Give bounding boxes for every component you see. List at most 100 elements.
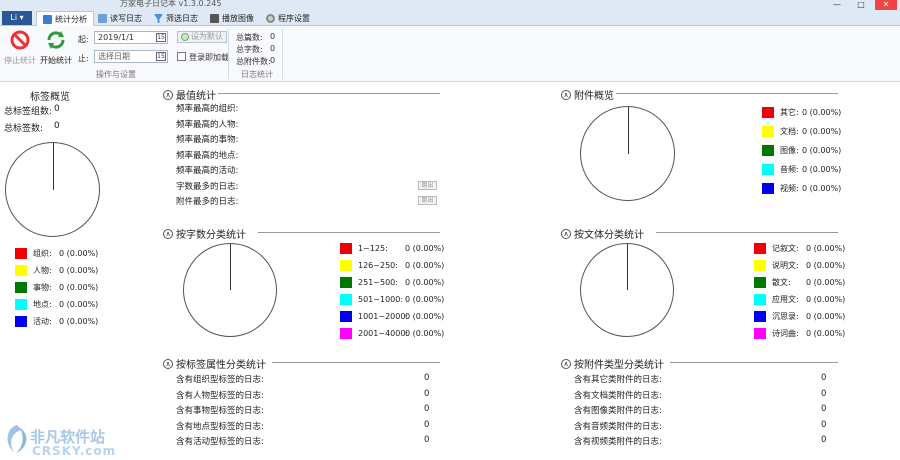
extreme-stat-label: 附件最多的日志: bbox=[176, 197, 239, 207]
close-button[interactable]: ✕ bbox=[875, 0, 897, 10]
legend-label: 人物: bbox=[33, 266, 52, 275]
legend-row: 人物: 0 (0.00%) bbox=[15, 265, 98, 276]
tab-label: 程序设置 bbox=[278, 14, 310, 23]
notebook-icon bbox=[98, 14, 107, 23]
legend-row: 应用文: 0 (0.00%) bbox=[754, 294, 845, 305]
stop-icon bbox=[10, 30, 30, 50]
legend-label: 视频: bbox=[780, 184, 799, 193]
section-divider bbox=[218, 93, 440, 94]
collapse-icon[interactable]: ∧ bbox=[163, 228, 173, 239]
filter-icon bbox=[154, 14, 163, 23]
window-title: 万家电子日记本 v1.3.0.245 bbox=[120, 0, 222, 8]
count-row-label: 含有图像类附件的日志: bbox=[574, 406, 662, 416]
extreme-stats-header[interactable]: ∧ 最值统计 bbox=[163, 87, 216, 102]
tab-settings[interactable]: 程序设置 bbox=[260, 11, 316, 26]
tab-filter[interactable]: 筛选日志 bbox=[148, 11, 204, 26]
collapse-icon[interactable]: ∧ bbox=[561, 358, 571, 369]
chart-icon bbox=[43, 14, 52, 24]
start-stats-label: 开始统计 bbox=[40, 56, 72, 65]
legend-value: 0 (0.00%) bbox=[59, 317, 99, 326]
stop-stats-button[interactable]: 停止统计 bbox=[1, 29, 39, 66]
word-count-header[interactable]: ∧ 按字数分类统计 bbox=[163, 226, 246, 241]
calendar-icon[interactable]: 15 bbox=[156, 52, 166, 61]
login-load-checkbox[interactable] bbox=[177, 52, 186, 61]
watermark-swirl-icon bbox=[7, 425, 27, 453]
file-menu-button[interactable]: Li ▾ bbox=[2, 11, 32, 25]
login-load-label: 登录即加载 bbox=[189, 53, 229, 62]
legend-swatch bbox=[754, 311, 766, 322]
total-words-value: 0 bbox=[270, 44, 276, 53]
from-date-field[interactable]: 2019/1/1 15 bbox=[94, 31, 168, 44]
count-row-label: 含有视频类附件的日志: bbox=[574, 437, 662, 447]
attachment-overview-header[interactable]: ∧ 附件概览 bbox=[561, 87, 614, 102]
section-divider bbox=[258, 232, 440, 233]
minimize-button[interactable]: — bbox=[826, 0, 848, 10]
legend-row: 图像: 0 (0.00%) bbox=[762, 145, 841, 156]
legend-row: 其它: 0 (0.00%) bbox=[762, 107, 841, 118]
legend-label: 应用文: bbox=[772, 295, 799, 304]
extreme-stat-label: 频率最高的地点: bbox=[176, 150, 239, 161]
calendar-icon[interactable]: 15 bbox=[156, 33, 166, 42]
count-row-value: 0 bbox=[424, 419, 430, 430]
tag-attr-title: 按标签属性分类统计 bbox=[176, 360, 266, 371]
watermark-logo: 非凡软件站 CRSKY.com bbox=[2, 420, 115, 460]
stop-stats-label: 停止统计 bbox=[4, 56, 36, 65]
to-date-field[interactable]: 选择日期 15 bbox=[94, 50, 168, 63]
section-divider bbox=[656, 232, 838, 233]
legend-value: 0 (0.00%) bbox=[405, 244, 445, 253]
tag-attr-header[interactable]: ∧ 按标签属性分类统计 bbox=[163, 356, 266, 371]
legend-value: 0 (0.00%) bbox=[802, 184, 842, 193]
legend-swatch bbox=[754, 328, 766, 339]
attach-type-header[interactable]: ∧ 按附件类型分类统计 bbox=[561, 356, 664, 371]
start-stats-button[interactable]: 开始统计 bbox=[37, 29, 75, 66]
legend-swatch bbox=[340, 328, 352, 339]
jump-button[interactable]: 跳出 bbox=[418, 196, 437, 205]
legend-swatch bbox=[15, 265, 27, 276]
legend-row: 视频: 0 (0.00%) bbox=[762, 183, 841, 194]
legend-swatch bbox=[340, 294, 352, 305]
collapse-icon[interactable]: ∧ bbox=[561, 228, 571, 239]
legend-row: 诗词曲: 0 (0.00%) bbox=[754, 328, 845, 339]
genre-pie-chart bbox=[580, 243, 674, 337]
legend-row: 1~125: 0 (0.00%) bbox=[340, 243, 444, 254]
legend-value: 0 (0.00%) bbox=[59, 283, 99, 292]
jump-button[interactable]: 跳出 bbox=[418, 180, 437, 190]
legend-label: 音频: bbox=[780, 165, 799, 174]
count-row-label: 含有文档类附件的日志: bbox=[574, 390, 662, 401]
count-row-value: 0 bbox=[821, 373, 827, 383]
genre-header[interactable]: ∧ 按文体分类统计 bbox=[561, 226, 644, 241]
legend-swatch bbox=[762, 183, 774, 194]
total-entries-value: 0 bbox=[270, 32, 276, 41]
attachment-overview-title: 附件概览 bbox=[574, 91, 614, 102]
legend-row: 文档: 0 (0.00%) bbox=[762, 126, 841, 137]
tab-statistics[interactable]: 统计分析 bbox=[36, 11, 94, 26]
extreme-stat-label: 频率最高的事物: bbox=[176, 135, 239, 145]
legend-label: 其它: bbox=[780, 108, 799, 117]
count-row-label: 含有音频类附件的日志: bbox=[574, 421, 662, 432]
tab-read-write[interactable]: 读写日志 bbox=[92, 11, 148, 26]
count-row-value: 0 bbox=[821, 419, 827, 430]
legend-row: 事物: 0 (0.00%) bbox=[15, 282, 98, 293]
count-row-label: 含有活动型标签的日志: bbox=[176, 437, 264, 447]
count-row-label: 含有人物型标签的日志: bbox=[176, 390, 264, 401]
tab-play-images[interactable]: 播放图像 bbox=[204, 11, 260, 26]
legend-row: 活动: 0 (0.00%) bbox=[15, 316, 98, 327]
legend-value: 0 (0.00%) bbox=[806, 295, 846, 304]
count-row-value: 0 bbox=[821, 435, 827, 445]
legend-swatch bbox=[15, 282, 27, 293]
set-default-button[interactable]: 设为默认 bbox=[177, 31, 227, 43]
gear-icon bbox=[266, 14, 275, 23]
maximize-button[interactable]: □ bbox=[850, 0, 872, 10]
collapse-icon[interactable]: ∧ bbox=[163, 358, 173, 369]
legend-value: 0 (0.00%) bbox=[59, 249, 99, 258]
extreme-stat-label: 频率最高的人物: bbox=[176, 119, 239, 130]
legend-label: 诗词曲: bbox=[772, 329, 799, 338]
collapse-icon[interactable]: ∧ bbox=[163, 89, 173, 100]
ribbon-separator bbox=[282, 29, 283, 79]
extreme-stat-label: 频率最高的活动: bbox=[176, 166, 239, 176]
legend-swatch bbox=[754, 260, 766, 271]
legend-value: 0 (0.00%) bbox=[806, 261, 846, 270]
legend-value: 0 (0.00%) bbox=[806, 244, 846, 253]
collapse-icon[interactable]: ∧ bbox=[561, 89, 571, 100]
legend-swatch bbox=[754, 243, 766, 254]
